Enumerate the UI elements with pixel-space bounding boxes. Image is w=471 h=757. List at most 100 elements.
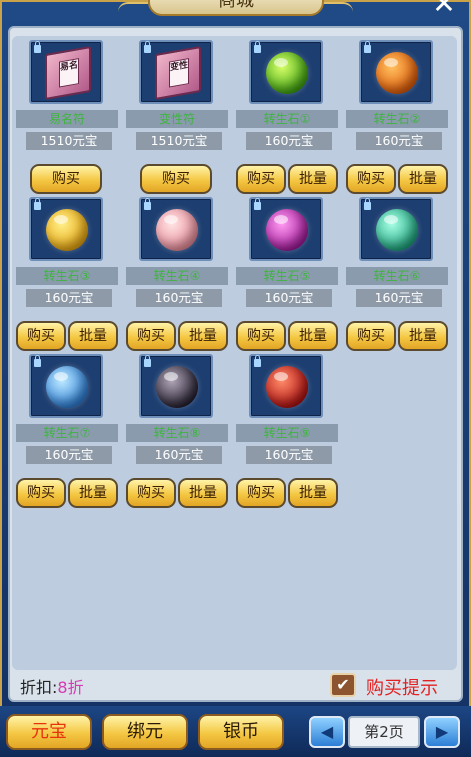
title-ornament-right bbox=[323, 2, 353, 12]
item-icon-slot[interactable] bbox=[139, 354, 213, 418]
lock-icon bbox=[34, 198, 41, 210]
item-price: 160元宝 bbox=[26, 446, 112, 464]
book-title: 易名 bbox=[59, 58, 79, 88]
orb-icon bbox=[376, 52, 418, 94]
item-name: 转生石⑦ bbox=[16, 424, 118, 442]
buy-button[interactable]: 购买 bbox=[236, 478, 286, 508]
orb-icon bbox=[266, 366, 308, 408]
item-price: 160元宝 bbox=[356, 289, 442, 307]
prev-page-button[interactable]: ◀ bbox=[309, 716, 345, 748]
item-icon-slot[interactable]: 变性 bbox=[139, 40, 213, 104]
shop-item: 转生石⑤ 160元宝购买 批量 bbox=[236, 197, 342, 357]
lock-icon bbox=[364, 41, 371, 53]
shop-item: 转生石② 160元宝购买 批量 bbox=[346, 40, 452, 200]
lock-icon bbox=[254, 355, 261, 367]
lock-icon bbox=[144, 41, 151, 53]
window-title: 商城 bbox=[148, 0, 324, 16]
buy-button[interactable]: 购买 bbox=[346, 164, 396, 194]
item-name: 易名符 bbox=[16, 110, 118, 128]
tab-silver[interactable]: 银币 bbox=[198, 714, 284, 750]
lock-icon bbox=[254, 198, 261, 210]
item-name: 转生石② bbox=[346, 110, 448, 128]
buy-button[interactable]: 购买 bbox=[140, 164, 212, 194]
orb-icon bbox=[266, 52, 308, 94]
lock-icon bbox=[34, 355, 41, 367]
page-indicator: 第2页 bbox=[348, 716, 420, 748]
item-price: 160元宝 bbox=[246, 289, 332, 307]
item-name: 转生石① bbox=[236, 110, 338, 128]
lock-icon bbox=[34, 41, 41, 53]
buy-button[interactable]: 购买 bbox=[236, 321, 286, 351]
shop-item: 转生石⑦ 160元宝购买 批量 bbox=[16, 354, 122, 514]
bulk-buy-button[interactable]: 批量 bbox=[288, 164, 338, 194]
shop-item: 转生石① 160元宝购买 批量 bbox=[236, 40, 342, 200]
bulk-buy-button[interactable]: 批量 bbox=[68, 321, 118, 351]
discount-value: 8折 bbox=[57, 678, 84, 697]
item-icon-slot[interactable] bbox=[359, 197, 433, 261]
purchase-tip-checkbox[interactable]: ✔ bbox=[330, 673, 356, 697]
item-icon-slot[interactable] bbox=[249, 354, 323, 418]
item-icon-slot[interactable] bbox=[249, 197, 323, 261]
orb-icon bbox=[156, 366, 198, 408]
shop-item: 易名易名符 1510元宝购买 bbox=[16, 40, 122, 200]
item-price: 160元宝 bbox=[246, 446, 332, 464]
bulk-buy-button[interactable]: 批量 bbox=[288, 321, 338, 351]
item-name: 转生石⑨ bbox=[236, 424, 338, 442]
title-ornament-left bbox=[118, 2, 148, 12]
orb-icon bbox=[266, 209, 308, 251]
item-icon-slot[interactable] bbox=[139, 197, 213, 261]
lock-icon bbox=[254, 41, 261, 53]
bulk-buy-button[interactable]: 批量 bbox=[398, 164, 448, 194]
item-price: 160元宝 bbox=[26, 289, 112, 307]
buy-button[interactable]: 购买 bbox=[16, 478, 66, 508]
discount-row: 折扣:8折 bbox=[20, 674, 84, 698]
item-name: 转生石⑧ bbox=[126, 424, 228, 442]
shop-item: 转生石⑥ 160元宝购买 批量 bbox=[346, 197, 452, 357]
buy-button[interactable]: 购买 bbox=[126, 321, 176, 351]
buy-button[interactable]: 购买 bbox=[126, 478, 176, 508]
item-icon-slot[interactable] bbox=[249, 40, 323, 104]
shop-item: 转生石⑨ 160元宝购买 批量 bbox=[236, 354, 342, 514]
book-icon: 变性 bbox=[155, 45, 201, 101]
item-name: 转生石④ bbox=[126, 267, 228, 285]
item-price: 160元宝 bbox=[136, 289, 222, 307]
item-icon-slot[interactable] bbox=[359, 40, 433, 104]
orb-icon bbox=[376, 209, 418, 251]
bulk-buy-button[interactable]: 批量 bbox=[68, 478, 118, 508]
book-icon: 易名 bbox=[45, 45, 91, 101]
item-price: 1510元宝 bbox=[26, 132, 112, 150]
buy-button[interactable]: 购买 bbox=[236, 164, 286, 194]
item-name: 转生石⑤ bbox=[236, 267, 338, 285]
orb-icon bbox=[156, 209, 198, 251]
item-name: 变性符 bbox=[126, 110, 228, 128]
next-page-button[interactable]: ▶ bbox=[424, 716, 460, 748]
bulk-buy-button[interactable]: 批量 bbox=[288, 478, 338, 508]
book-title: 变性 bbox=[169, 58, 189, 88]
buy-button[interactable]: 购买 bbox=[30, 164, 102, 194]
bulk-buy-button[interactable]: 批量 bbox=[178, 478, 228, 508]
tab-bangyuan[interactable]: 绑元 bbox=[102, 714, 188, 750]
close-icon[interactable]: ✕ bbox=[426, 0, 462, 18]
lock-icon bbox=[144, 198, 151, 210]
orb-icon bbox=[46, 366, 88, 408]
item-name: 转生石③ bbox=[16, 267, 118, 285]
tab-yuanbao[interactable]: 元宝 bbox=[6, 714, 92, 750]
bulk-buy-button[interactable]: 批量 bbox=[398, 321, 448, 351]
item-price: 160元宝 bbox=[356, 132, 442, 150]
item-price: 160元宝 bbox=[246, 132, 332, 150]
item-icon-slot[interactable]: 易名 bbox=[29, 40, 103, 104]
purchase-tip-label: 购买提示 bbox=[366, 678, 438, 699]
orb-icon bbox=[46, 209, 88, 251]
item-price: 160元宝 bbox=[136, 446, 222, 464]
shop-item: 转生石⑧ 160元宝购买 批量 bbox=[126, 354, 232, 514]
discount-label: 折扣: bbox=[20, 678, 58, 697]
item-price: 1510元宝 bbox=[136, 132, 222, 150]
item-icon-slot[interactable] bbox=[29, 197, 103, 261]
bulk-buy-button[interactable]: 批量 bbox=[178, 321, 228, 351]
buy-button[interactable]: 购买 bbox=[346, 321, 396, 351]
shop-item: 变性变性符 1510元宝购买 bbox=[126, 40, 232, 200]
buy-button[interactable]: 购买 bbox=[16, 321, 66, 351]
shop-item: 转生石④ 160元宝购买 批量 bbox=[126, 197, 232, 357]
item-icon-slot[interactable] bbox=[29, 354, 103, 418]
item-name: 转生石⑥ bbox=[346, 267, 448, 285]
